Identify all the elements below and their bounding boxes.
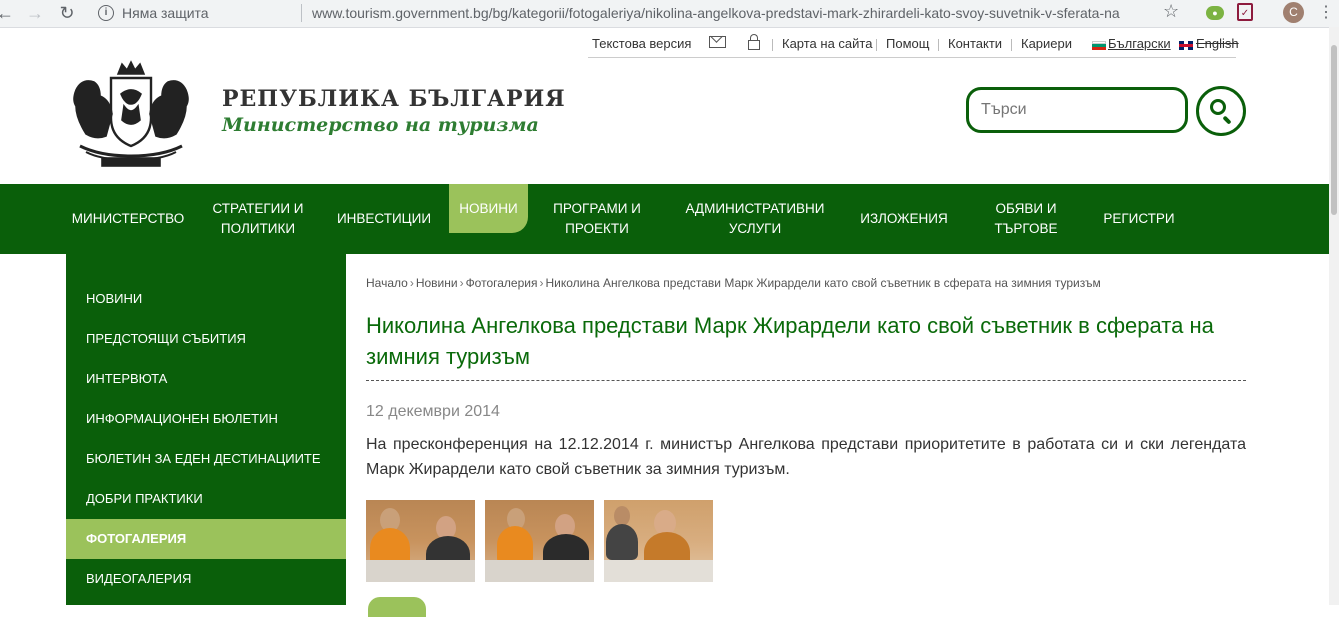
vertical-scrollbar[interactable]: [1329, 27, 1339, 605]
top-utility-links: Текстова версия Карта на сайта Помощ Кон…: [588, 34, 1239, 58]
sidebar-item-interviews[interactable]: ИНТЕРВЮТА: [66, 359, 346, 399]
sidebar: НОВИНИ ПРЕДСТОЯЩИ СЪБИТИЯ ИНТЕРВЮТА ИНФО…: [66, 254, 346, 605]
sidebar-item-photogallery[interactable]: ФОТОГАЛЕРИЯ: [66, 519, 346, 559]
extension-icon[interactable]: ●: [1206, 6, 1224, 20]
sidebar-item-info-bulletin[interactable]: ИНФОРМАЦИОНЕН БЮЛЕТИН: [66, 399, 346, 439]
article-date: 12 декември 2014: [366, 403, 500, 420]
nav-item-investments[interactable]: ИНВЕСТИЦИИ: [330, 184, 438, 254]
breadcrumb-arrow-icon: ›: [459, 276, 464, 290]
nav-item-news[interactable]: НОВИНИ: [449, 184, 528, 233]
nav-item-strategies[interactable]: СТРАТЕГИИ И ПОЛИТИКИ: [200, 184, 316, 254]
contacts-link[interactable]: Контакти: [948, 36, 1002, 51]
extension-shield-icon[interactable]: ✓: [1237, 3, 1253, 21]
lang-bg-link[interactable]: Български: [1108, 36, 1171, 51]
search-button[interactable]: [1196, 86, 1246, 136]
breadcrumb-arrow-icon: ›: [409, 276, 414, 290]
info-icon[interactable]: i: [98, 5, 114, 21]
divider: [772, 39, 773, 51]
address-divider: [301, 4, 302, 22]
more-button[interactable]: [368, 597, 426, 617]
text-version-link[interactable]: Текстова версия: [592, 36, 691, 51]
page-title: Николина Ангелкова представи Марк Жирард…: [366, 313, 1214, 369]
url-text[interactable]: www.tourism.government.bg/bg/kategorii/f…: [312, 5, 1120, 21]
search-icon-handle: [1222, 115, 1232, 125]
mail-icon[interactable]: [709, 36, 726, 48]
gallery-thumbnail[interactable]: [485, 500, 594, 582]
sidebar-item-good-practices[interactable]: ДОБРИ ПРАКТИКИ: [66, 479, 346, 519]
bulgarian-flag-icon: [1092, 41, 1106, 50]
nav-item-announcements[interactable]: ОБЯВИ И ТЪРГОВЕ: [982, 184, 1070, 254]
profile-avatar[interactable]: C: [1283, 2, 1304, 23]
sidebar-item-news[interactable]: НОВИНИ: [66, 279, 346, 319]
nav-item-ministry[interactable]: МИНИСТЕРСТВО: [66, 184, 190, 254]
browser-toolbar: ← → ↻ i Няма защита www.tourism.governme…: [0, 0, 1339, 28]
divider: [876, 39, 877, 51]
sidebar-item-upcoming-events[interactable]: ПРЕДСТОЯЩИ СЪБИТИЯ: [66, 319, 346, 359]
breadcrumb-home[interactable]: Начало: [366, 276, 408, 290]
lang-en-link[interactable]: English: [1196, 36, 1239, 51]
title-divider: [366, 380, 1246, 381]
reload-icon[interactable]: ↻: [56, 2, 78, 24]
search-input[interactable]: [966, 87, 1188, 133]
bookmark-star-icon[interactable]: ☆: [1163, 1, 1179, 22]
address-bar[interactable]: i Няма защита www.tourism.government.bg/…: [88, 1, 1190, 25]
help-link[interactable]: Помощ: [886, 36, 929, 51]
divider: [938, 39, 939, 51]
careers-link[interactable]: Кариери: [1021, 36, 1072, 51]
article-body: На пресконференция на 12.12.2014 г. мини…: [366, 436, 1246, 478]
forward-icon[interactable]: →: [24, 2, 46, 24]
browser-menu-icon[interactable]: ⋮: [1318, 2, 1334, 22]
lock-icon[interactable]: [748, 34, 760, 50]
nav-item-exhibitions[interactable]: ИЗЛОЖЕНИЯ: [850, 184, 958, 254]
breadcrumb-news[interactable]: Новини: [416, 276, 458, 290]
nav-item-registers[interactable]: РЕГИСТРИ: [1094, 184, 1184, 254]
breadcrumb-photogallery[interactable]: Фотогалерия: [466, 276, 538, 290]
nav-item-programs[interactable]: ПРОГРАМИ И ПРОЕКТИ: [538, 184, 656, 254]
sidebar-item-videogallery[interactable]: ВИДЕОГАЛЕРИЯ: [66, 559, 346, 599]
breadcrumb-arrow-icon: ›: [539, 276, 544, 290]
search-icon: [1210, 99, 1226, 115]
gallery-thumbnail[interactable]: [366, 500, 475, 582]
coat-of-arms-logo[interactable]: [66, 60, 196, 168]
breadcrumb-current: Николина Ангелкова представи Марк Жирард…: [545, 276, 1101, 290]
logo-subtitle[interactable]: Министерство на туризма: [222, 114, 539, 136]
sitemap-link[interactable]: Карта на сайта: [782, 36, 872, 51]
logo-title[interactable]: РЕПУБЛИКА БЪЛГАРИЯ: [222, 86, 566, 112]
english-flag-icon: [1179, 41, 1193, 50]
back-icon[interactable]: ←: [0, 2, 16, 24]
divider: [1011, 39, 1012, 51]
gallery-thumbnail[interactable]: [604, 500, 713, 582]
main-navigation: МИНИСТЕРСТВО СТРАТЕГИИ И ПОЛИТИКИ ИНВЕСТ…: [0, 184, 1339, 254]
sidebar-item-eden-bulletin[interactable]: БЮЛЕТИН ЗА ЕДЕН ДЕСТИНАЦИИТЕ: [66, 439, 346, 479]
security-label: Няма защита: [122, 5, 209, 21]
scrollbar-thumb[interactable]: [1331, 45, 1337, 215]
nav-item-admin-services[interactable]: АДМИНИСТРАТИВНИ УСЛУГИ: [672, 184, 838, 254]
breadcrumb: Начало › Новини › Фотогалерия › Николина Ангел…: [366, 276, 1101, 290]
